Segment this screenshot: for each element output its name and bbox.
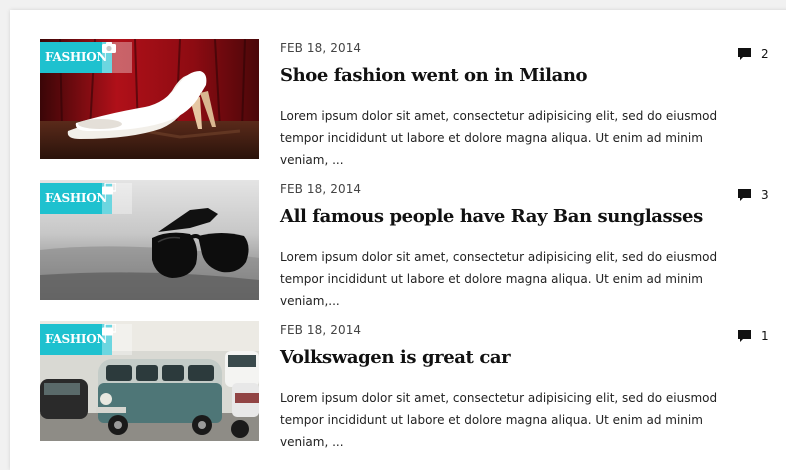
post-thumbnail[interactable]: FASHION xyxy=(40,321,259,441)
comment-count[interactable]: 1 xyxy=(737,329,769,343)
post-title[interactable]: All famous people have Ray Ban sunglasse… xyxy=(280,206,703,227)
post-title[interactable]: Volkswagen is great car xyxy=(280,347,511,368)
comment-count[interactable]: 2 xyxy=(737,47,769,61)
post-title[interactable]: Shoe fashion went on in Milano xyxy=(280,65,588,86)
comment-count[interactable]: 3 xyxy=(737,188,769,202)
post-excerpt: Lorem ipsum dolor sit amet, consectetur … xyxy=(280,109,718,167)
comment-count-value: 1 xyxy=(761,329,769,343)
comment-count-value: 3 xyxy=(761,188,769,202)
comment-icon xyxy=(738,189,751,201)
comment-icon xyxy=(738,330,751,342)
post-thumbnail[interactable]: FASHION xyxy=(40,39,259,159)
post-excerpt: Lorem ipsum dolor sit amet, consectetur … xyxy=(280,391,718,449)
post-date: FEB 18, 2014 xyxy=(280,182,362,196)
post-item: FASHION FEB 18, 2014 Shoe fashion went o… xyxy=(40,39,786,167)
gallery-icon xyxy=(102,183,132,214)
gallery-icon xyxy=(102,324,132,355)
post-excerpt: Lorem ipsum dolor sit amet, consectetur … xyxy=(280,250,718,308)
post-thumbnail[interactable]: FASHION xyxy=(40,180,259,300)
post-item: FASHION FEB 18, 2014 Volkswagen is great… xyxy=(40,321,786,449)
post-date: FEB 18, 2014 xyxy=(280,41,362,55)
post-date: FEB 18, 2014 xyxy=(280,323,362,337)
post-item: FASHION FEB 18, 2014 All famous people h… xyxy=(40,180,786,308)
camera-icon xyxy=(102,42,132,73)
comment-count-value: 2 xyxy=(761,47,769,61)
post-list: FASHION FEB 18, 2014 Shoe fashion went o… xyxy=(10,10,786,470)
comment-icon xyxy=(738,48,751,60)
